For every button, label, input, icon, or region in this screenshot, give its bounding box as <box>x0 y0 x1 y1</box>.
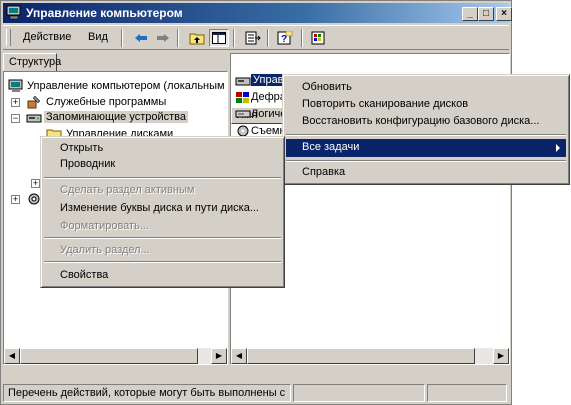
storage-icon <box>26 114 42 123</box>
toolbar-separator <box>121 29 123 47</box>
menu-item-delete-partition: Удалить раздел... <box>60 244 150 256</box>
close-button[interactable]: × <box>496 7 512 21</box>
menu-item-rescan-disks[interactable]: Повторить сканирование дисков <box>286 96 566 114</box>
help-icon[interactable]: ? <box>275 29 295 47</box>
menu-separator <box>286 160 566 162</box>
scroll-right-icon[interactable]: ▶ <box>493 348 509 364</box>
minimize-button[interactable]: _ <box>462 7 478 21</box>
menu-item-help[interactable]: Справка <box>286 164 566 182</box>
tree-hscrollbar[interactable]: ◀ ▶ <box>4 348 227 364</box>
menu-separator <box>44 261 281 263</box>
scroll-thumb[interactable] <box>20 348 198 364</box>
expand-icon[interactable]: + <box>11 195 20 204</box>
show-tree-icon[interactable] <box>209 29 229 47</box>
menu-separator <box>44 177 281 179</box>
toolbar-separator <box>267 29 269 47</box>
toolbar-separator <box>177 29 179 47</box>
back-icon[interactable] <box>131 29 151 47</box>
menu-item-explore[interactable]: Проводник <box>44 156 281 174</box>
status-bar: Перечень действий, которые могут быть вы… <box>3 383 509 403</box>
logical-drives-icon <box>235 110 251 118</box>
export-list-icon[interactable] <box>243 29 263 47</box>
menu-item-properties[interactable]: Свойства <box>44 267 281 285</box>
menu-item-restore-basic-disk[interactable]: Восстановить конфигурацию базового диска… <box>286 113 566 131</box>
forward-icon[interactable] <box>153 29 173 47</box>
scroll-thumb[interactable] <box>247 348 475 364</box>
menu-action[interactable]: Действие <box>23 31 71 43</box>
status-text: Перечень действий, которые могут быть вы… <box>3 384 291 402</box>
scroll-right-icon[interactable]: ▶ <box>211 348 227 364</box>
tree-item-system-tools[interactable]: Служебные программы <box>46 96 166 108</box>
menu-item-all-tasks[interactable]: Все задачи <box>286 139 566 157</box>
menu-separator <box>44 237 281 239</box>
submenu-arrow-icon <box>556 144 560 152</box>
computer-management-icon <box>6 5 21 20</box>
up-level-icon[interactable] <box>187 29 207 47</box>
properties-icon[interactable] <box>309 29 329 47</box>
title-bar[interactable]: Управление компьютером _ □ × <box>3 3 512 23</box>
toolbar-separator <box>233 29 235 47</box>
scroll-left-icon[interactable]: ◀ <box>231 348 247 364</box>
expand-icon[interactable]: + <box>11 98 20 107</box>
menu-item-mark-active: Сделать раздел активным <box>60 184 195 196</box>
menu-item-change-drive-letter[interactable]: Изменение буквы диска и пути диска... <box>44 200 281 218</box>
menu-item-all-tasks-label: Все задачи <box>302 141 360 153</box>
toolbar-grip[interactable] <box>6 29 11 46</box>
toolbar-separator <box>301 29 303 47</box>
menu-item-refresh[interactable]: Обновить <box>286 79 566 97</box>
tab-structure[interactable]: Структура <box>3 53 61 71</box>
status-panel-2 <box>293 384 425 402</box>
tree-root-label[interactable]: Управление компьютером (локальным <box>27 80 225 92</box>
maximize-button[interactable]: □ <box>478 7 494 21</box>
list-hscrollbar[interactable]: ◀ ▶ <box>231 348 509 364</box>
menu-separator <box>286 134 566 136</box>
disk-management-icon <box>235 77 251 86</box>
tree-context-menu: Открыть Проводник Сделать раздел активны… <box>40 136 285 288</box>
defrag-icon <box>236 92 249 103</box>
list-context-menu: Обновить Повторить сканирование дисков В… <box>282 74 570 185</box>
window-title: Управление компьютером <box>26 6 183 20</box>
list-item-defrag[interactable]: Дефра <box>251 91 286 103</box>
tree-item-storage[interactable]: Запоминающие устройства <box>44 111 189 123</box>
status-panel-3 <box>427 384 507 402</box>
menu-view[interactable]: Вид <box>88 31 108 43</box>
expand-icon[interactable]: + <box>31 179 40 188</box>
collapse-icon[interactable]: − <box>11 114 20 123</box>
menu-toolbar: Действие Вид ? <box>3 25 509 50</box>
menu-item-format: Форматировать... <box>60 220 149 232</box>
scroll-left-icon[interactable]: ◀ <box>4 348 20 364</box>
computer-icon <box>8 79 23 92</box>
tools-icon <box>27 95 41 109</box>
